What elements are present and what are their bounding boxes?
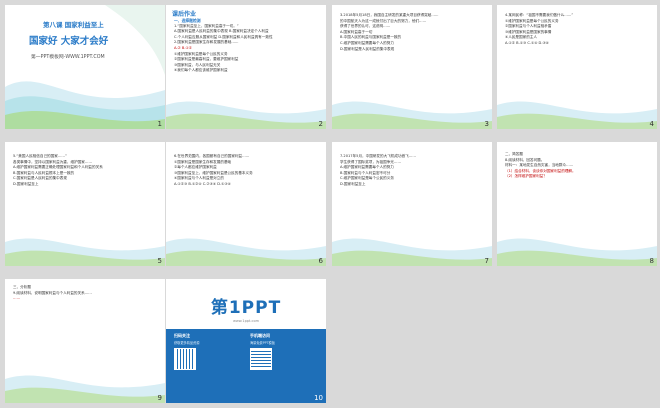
qr-code-icon <box>174 348 196 370</box>
slide-number: 1 <box>157 120 162 128</box>
text-line: 1.“国家利益至上，国家利益高于一切。” <box>174 23 239 28</box>
text-line: 获得了世界的认可，这说明…… <box>340 24 391 29</box>
text-line: ②国家利益与个人利益相矛盾 <box>505 24 552 29</box>
brand-url: www.1ppt.com <box>232 319 259 323</box>
text-line: 材料一：某地发生自然灾害，当地群众…… <box>505 163 574 168</box>
slide-thumbnail-2[interactable]: 课后作业 一、选择题检测 1.“国家利益至上，国家利益高于一切。” A.国家利益… <box>166 5 326 129</box>
slide-number: 4 <box>649 120 654 128</box>
slide-thumbnail-4[interactable]: 4.某网民称：“祖国不需要我们做什么……” ①维护国家利益是每个公民的义务 ②国… <box>497 5 657 129</box>
section-title: 课后作业 <box>172 11 197 18</box>
col-right-text: 海量免费PPT模板 <box>250 341 275 345</box>
text-line: ①维护国家利益是每个公民的义务 <box>505 18 559 23</box>
slide-thumbnail-10[interactable]: 第1PPT www.1ppt.com 扫码关注 获取更多精品资源 手机端访问 海… <box>166 279 326 403</box>
slide-number: 8 <box>649 257 654 265</box>
text-line: A.国家利益是人民利益的集中表现 B.国家利益决定个人利益 <box>174 29 269 34</box>
slide-title: 国家好 大家才会好 <box>29 36 109 47</box>
text-line: ①国家利益是国家生存和发展的基础 <box>174 159 232 164</box>
slide-thumbnail-5[interactable]: 5.“美国人民相信自己的国家……” 各类事情中，坚持以国家利益为重，维护国家……… <box>5 142 165 266</box>
text-line: A.维护国家利益需要每个人的努力 <box>340 165 394 170</box>
text-line: ④人民是国家的主人 <box>505 35 537 40</box>
text-line: 7.2017年5月，中国研发的大飞机成功首飞…… <box>340 154 416 158</box>
slide-number: 5 <box>157 257 162 265</box>
slide-thumbnail-8[interactable]: 二、简答题 8.阅读材料，回答问题。 材料一：某地发生自然灾害，当地群众…… （… <box>497 142 657 266</box>
slide-thumbnail-9[interactable]: 三、分析题 9.阅读材料，说明国家利益与个人利益的关系…… …… 9 <box>5 279 165 403</box>
answer-line: …… <box>13 296 21 301</box>
text-line: ③国家利益，与人民利益无关 <box>174 62 221 67</box>
qr-code-icon <box>250 348 272 370</box>
text-line: 5.“美国人民相信自己的国家……” <box>13 154 67 158</box>
footer-text: 第一PPT模板网-WWW.1PPT.COM <box>31 55 105 60</box>
col-left-text: 获取更多精品资源 <box>174 341 200 345</box>
slide-thumbnail-6[interactable]: 6.在世界范围内，各国都有自己的国家利益…… ①国家利益是国家生存和发展的基础 … <box>166 142 326 266</box>
text-line: 3.2018年5月18日，我国自主研发的某重大项目获得突破…… <box>340 13 439 17</box>
text-line: ①维护国家利益是每个公民的义务 <box>174 51 228 56</box>
text-line: 各类事情中，坚持以国家利益为重，维护国家…… <box>13 159 93 164</box>
col-left-title: 扫码关注 <box>174 333 190 338</box>
answer-line: A.② B.①② <box>174 45 192 50</box>
info-bar: 扫码关注 获取更多精品资源 手机端访问 海量免费PPT模板 <box>166 329 326 403</box>
text-line: A.①② B.①③ C.①④ D.③④ <box>505 40 549 45</box>
text-line: 三、分析题 <box>13 285 31 289</box>
text-line: ④我们每个人都应该维护国家利益 <box>174 68 228 73</box>
slide-number: 6 <box>318 257 323 265</box>
text-line: D.国家利益至上 <box>340 181 366 186</box>
text-line: 8.阅读材料，回答问题。 <box>505 157 545 162</box>
text-line: C.国家利益是人民利益的集中表现 <box>13 176 67 181</box>
text-line: 学生获得了国际奖项，为祖国争光…… <box>340 159 402 164</box>
lesson-label: 第八课 国家利益至上 <box>43 21 104 29</box>
text-line: A.①②③ B.①②④ C.②③④ D.①③④ <box>174 181 231 186</box>
slide-thumbnail-3[interactable]: 3.2018年5月18日，我国自主研发的某重大项目获得突破…… 的中国航天人为这… <box>332 5 492 129</box>
text-line: 4.某网民称：“祖国不需要我们做什么……” <box>505 13 574 17</box>
text-line: 的中国航天人为这一成就付出了巨大的努力，他们…… <box>340 18 427 23</box>
text-line: C.维护国家利益是每个公民的义务 <box>340 176 394 181</box>
text-line: C.维护国家利益需要每个人的努力 <box>340 40 394 45</box>
text-line: 二、简答题 <box>505 152 523 156</box>
slide-number: 10 <box>314 394 323 402</box>
col-right-title: 手机端访问 <box>250 333 270 338</box>
slide-number: 2 <box>318 120 323 128</box>
text-line: D.国家利益是人民利益的集中表现 <box>340 46 395 51</box>
text-line: D.国家利益至上 <box>13 181 39 186</box>
slide-number: 7 <box>484 257 489 265</box>
text-line: ②国家利益是最高利益，要维护国家利益 <box>174 57 239 62</box>
text-line: 6.在世界范围内，各国都有自己的国家利益…… <box>174 154 250 158</box>
slide-thumbnail-1[interactable]: 第八课 国家利益至上 国家好 大家才会好 第一PPT模板网-WWW.1PPT.C… <box>5 5 165 129</box>
sub-heading: 一、选择题检测 <box>174 18 201 23</box>
slide-number: 9 <box>157 394 162 402</box>
answer-line: （2）怎样维护国家利益？ <box>505 174 547 179</box>
text-line: ②每个人都应维护国家利益 <box>174 165 217 170</box>
text-line: 2.国家利益是国家生存和发展的基础…… <box>174 40 239 45</box>
slide-number: 3 <box>484 120 489 128</box>
text-line: A.维护国家利益需要正确处理国家利益和个人利益的关系 <box>13 165 103 170</box>
text-line: ④国家利益与个人利益是对立的 <box>174 176 224 181</box>
brand-text: 第1PPT <box>210 298 282 318</box>
slide-thumbnail-7[interactable]: 7.2017年5月，中国研发的大飞机成功首飞…… 学生获得了国际奖项，为祖国争光… <box>332 142 492 266</box>
text-line: B.中国人民的利益与国家利益是一致的 <box>340 35 402 40</box>
brand-logo: 第1PPT www.1ppt.com <box>166 293 326 323</box>
text-line: 9.阅读材料，说明国家利益与个人利益的关系…… <box>13 290 92 295</box>
